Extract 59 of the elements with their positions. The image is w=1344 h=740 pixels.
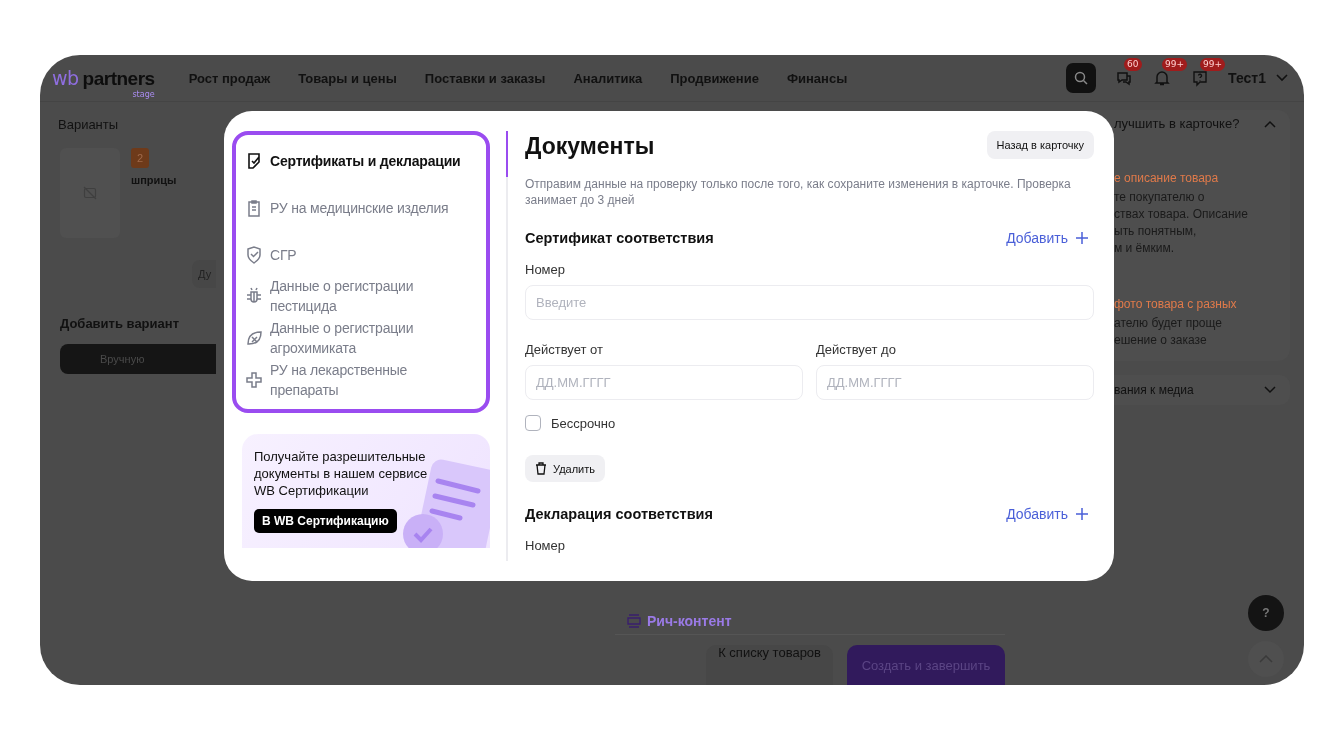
document-type-item[interactable]: РУ на лекарственные препараты xyxy=(244,359,478,401)
bell-icon[interactable] xyxy=(1153,69,1172,87)
nav-link[interactable]: Рост продаж xyxy=(188,70,271,86)
promo-text: Получайте разрешительные документы в нашем сервисе WB Сертификации xyxy=(254,448,429,499)
document-type-item[interactable]: Данные о регистрации пестицида xyxy=(244,275,478,317)
logo[interactable]: wb partners stage xyxy=(52,66,155,99)
field-label: Номер xyxy=(525,538,566,553)
dialog-title: Документы xyxy=(525,133,655,160)
help-chat-icon[interactable] xyxy=(1191,69,1210,87)
nav-link[interactable]: Товары и цены xyxy=(298,70,397,86)
document-type-item[interactable]: Сертификаты и декларации xyxy=(244,141,478,181)
document-type-item[interactable]: РУ на медицинские изделия xyxy=(244,188,478,228)
plus-icon xyxy=(1076,508,1088,520)
plus-icon xyxy=(1076,232,1088,244)
nav-link[interactable]: Аналитика xyxy=(573,70,643,86)
notification-badge: 99+ xyxy=(1200,58,1226,71)
chevron-up-icon[interactable] xyxy=(1264,119,1276,128)
search-icon xyxy=(1074,71,1089,85)
section-title: Декларация соответствия xyxy=(525,506,713,522)
tips-title[interactable]: лучшить в карточке? xyxy=(1114,116,1240,131)
tip-title: фото товара с разных xyxy=(1114,297,1238,311)
field-label: Номер xyxy=(525,262,566,277)
document-type-item[interactable]: СГР xyxy=(244,235,478,275)
field-label: Действует до xyxy=(816,342,897,357)
search-button[interactable] xyxy=(1066,63,1097,93)
chat-icon[interactable] xyxy=(1115,69,1134,87)
back-to-card-button[interactable]: Назад в карточку xyxy=(986,131,1094,159)
trash-icon xyxy=(535,462,547,475)
field-label: Действует от xyxy=(525,342,604,357)
cross-icon xyxy=(244,370,264,390)
user-menu[interactable]: Тест1 xyxy=(1228,70,1288,86)
bug-icon xyxy=(244,286,264,306)
notification-badge: 60 xyxy=(1124,58,1142,71)
document-type-item[interactable]: Данные о регистрации агрохимиката xyxy=(244,317,478,359)
section-title: Сертификат соответствия xyxy=(525,230,714,246)
panel-title: Варианты xyxy=(58,117,120,132)
checkbox[interactable] xyxy=(525,415,541,431)
chevron-down-icon xyxy=(1276,74,1288,82)
layers-icon xyxy=(627,613,641,628)
date-input[interactable]: ДД.ММ.ГГГГ xyxy=(525,365,803,400)
tip-title: е описание товара xyxy=(1114,171,1220,185)
add-link[interactable]: Добавить xyxy=(1006,506,1094,522)
leaf-icon xyxy=(244,328,264,348)
delete-button[interactable]: Удалить xyxy=(525,455,605,482)
checkbox-label: Бессрочно xyxy=(551,415,616,431)
variant-name: шприцы xyxy=(131,174,177,186)
info-text: Отправим данные на проверку только после того, как сохраните изменения в карточке. Проверка занимает до 3 дней xyxy=(525,176,1072,208)
certification-link-button[interactable]: В WB Сертификацию xyxy=(254,509,397,533)
add-link[interactable]: Добавить xyxy=(1006,230,1094,246)
section-title: Добавить вариант xyxy=(60,316,180,331)
number-input[interactable]: Введите xyxy=(525,285,1094,320)
rich-content-tab[interactable]: Рич-контент xyxy=(615,607,1005,635)
date-input[interactable]: ДД.ММ.ГГГГ xyxy=(816,365,1094,400)
nav-link[interactable]: Продвижение xyxy=(670,70,759,86)
nav-link[interactable]: Финансы xyxy=(786,70,848,86)
notification-badge: 99+ xyxy=(1162,58,1188,71)
shield-icon xyxy=(244,245,264,265)
help-button[interactable]: ? xyxy=(1248,595,1284,631)
nav-link[interactable]: Поставки и заказы xyxy=(424,70,546,86)
